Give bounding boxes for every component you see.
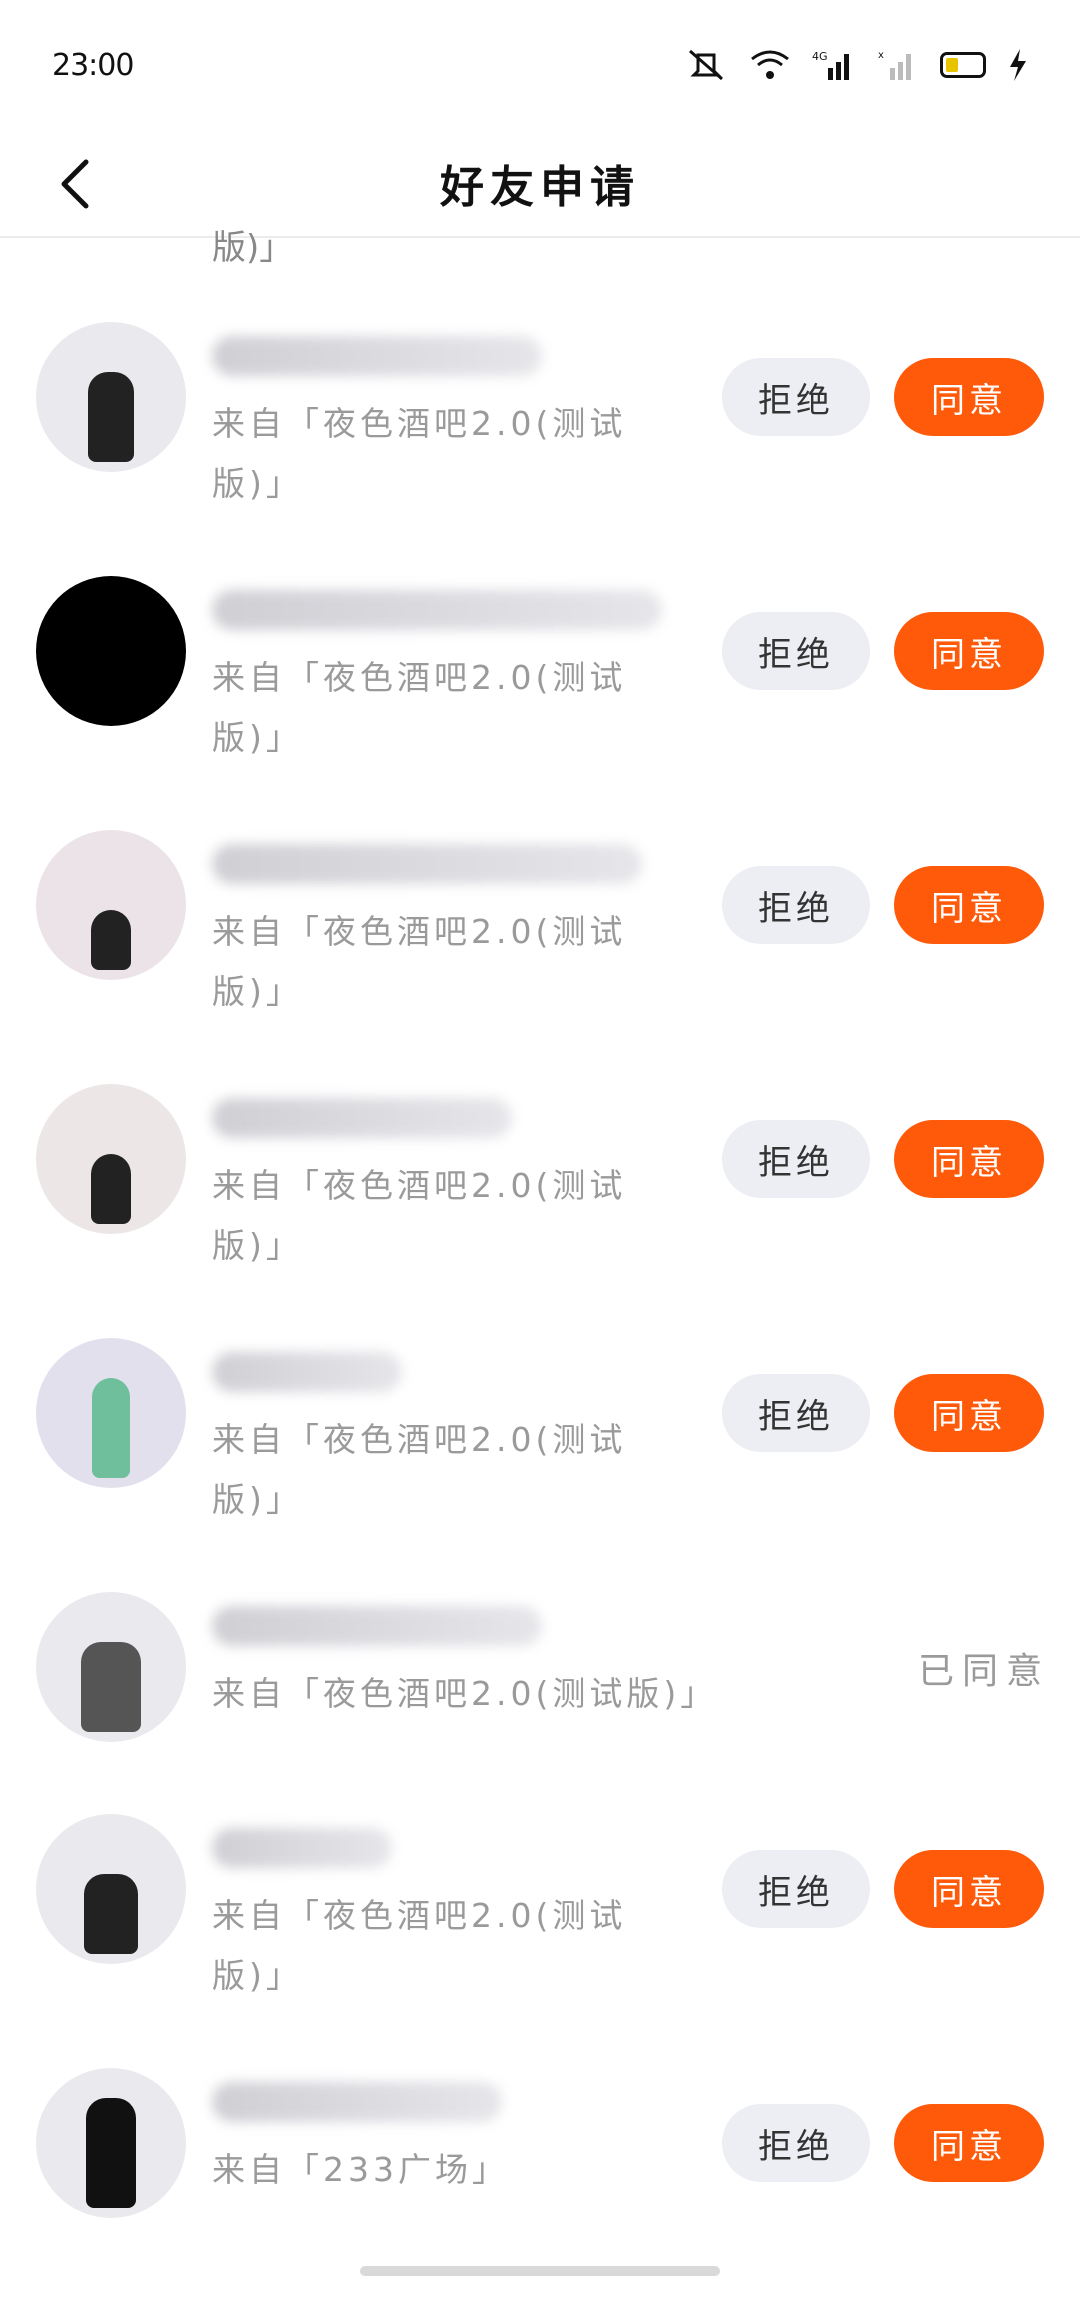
avatar[interactable]	[36, 830, 186, 980]
accept-button[interactable]: 同意	[894, 612, 1044, 690]
chevron-left-icon	[61, 159, 89, 209]
user-name	[212, 590, 662, 630]
accept-button[interactable]: 同意	[894, 2104, 1044, 2182]
avatar[interactable]	[36, 576, 186, 726]
user-name	[212, 1606, 542, 1646]
signal-4g-icon: 4G	[812, 48, 856, 82]
accept-button[interactable]: 同意	[894, 1120, 1044, 1198]
request-source: 来自「夜色酒吧2.0(测试版)」	[212, 658, 627, 757]
avatar[interactable]	[36, 1084, 186, 1234]
reject-button[interactable]: 拒绝	[722, 1850, 870, 1928]
reject-button[interactable]: 拒绝	[722, 612, 870, 690]
accept-button[interactable]: 同意	[894, 866, 1044, 944]
user-name	[212, 2082, 502, 2122]
accepted-status: 已同意	[918, 1651, 1051, 1692]
back-button[interactable]	[48, 156, 104, 212]
request-source: 来自「夜色酒吧2.0(测试版)」	[212, 404, 627, 503]
silent-icon	[684, 49, 728, 81]
request-source: 来自「夜色酒吧2.0(测试版)」	[212, 912, 627, 1011]
request-source: 来自「夜色酒吧2.0(测试版)」	[212, 1896, 627, 1995]
status-time: 23:00	[52, 47, 134, 83]
charging-icon	[1008, 49, 1028, 81]
reject-button[interactable]: 拒绝	[722, 2104, 870, 2182]
user-name	[212, 1098, 512, 1138]
friend-request-item: 来自「夜色酒吧2.0(测试版)」 拒绝 同意	[0, 1814, 1080, 2068]
page-title: 好友申请	[440, 162, 640, 213]
user-name	[212, 1352, 402, 1392]
accept-button[interactable]: 同意	[894, 1374, 1044, 1452]
avatar[interactable]	[36, 1338, 186, 1488]
reject-button[interactable]: 拒绝	[722, 358, 870, 436]
svg-text:x: x	[878, 50, 884, 61]
battery-icon	[940, 52, 986, 78]
reject-button[interactable]: 拒绝	[722, 1120, 870, 1198]
reject-button[interactable]: 拒绝	[722, 1374, 870, 1452]
status-icons: 4G x	[684, 48, 1028, 82]
request-source: 来自「夜色酒吧2.0(测试版)」	[212, 1420, 627, 1519]
friend-request-item: 来自「夜色酒吧2.0(测试版)」 已同意	[0, 1592, 1080, 1846]
signal-no-sim-icon: x	[878, 48, 918, 82]
friend-request-item: 来自「夜色酒吧2.0(测试版)」 拒绝 同意	[0, 1084, 1080, 1338]
status-bar: 23:00 4G x	[0, 0, 1080, 130]
request-source: 来自「夜色酒吧2.0(测试版)」	[212, 1166, 627, 1265]
user-name	[212, 1828, 392, 1868]
accept-button[interactable]: 同意	[894, 1850, 1044, 1928]
avatar[interactable]	[36, 322, 186, 472]
home-indicator[interactable]	[360, 2266, 720, 2276]
friend-request-item: 来自「233广场」 拒绝 同意	[0, 2068, 1080, 2322]
reject-button[interactable]: 拒绝	[722, 866, 870, 944]
accept-button[interactable]: 同意	[894, 358, 1044, 436]
request-source: 来自「夜色酒吧2.0(测试版)」	[212, 1674, 718, 1713]
page-header: 好友申请	[0, 130, 1080, 238]
avatar[interactable]	[36, 2068, 186, 2218]
wifi-icon	[750, 49, 790, 81]
friend-request-item: 来自「夜色酒吧2.0(测试版)」 拒绝 同意	[0, 576, 1080, 830]
friend-request-item: 来自「夜色酒吧2.0(测试版)」 拒绝 同意	[0, 830, 1080, 1084]
network-label: 4G	[812, 50, 828, 63]
user-name	[212, 844, 642, 884]
avatar[interactable]	[36, 1814, 186, 1964]
friend-request-item: 来自「夜色酒吧2.0(测试版)」 拒绝 同意	[0, 1338, 1080, 1592]
request-source: 来自「233广场」	[212, 2150, 509, 2189]
friend-request-item: 来自「夜色酒吧2.0(测试版)」 拒绝 同意	[0, 322, 1080, 576]
partial-text: 版)」	[212, 228, 294, 268]
user-name	[212, 336, 542, 376]
avatar[interactable]	[36, 1592, 186, 1742]
